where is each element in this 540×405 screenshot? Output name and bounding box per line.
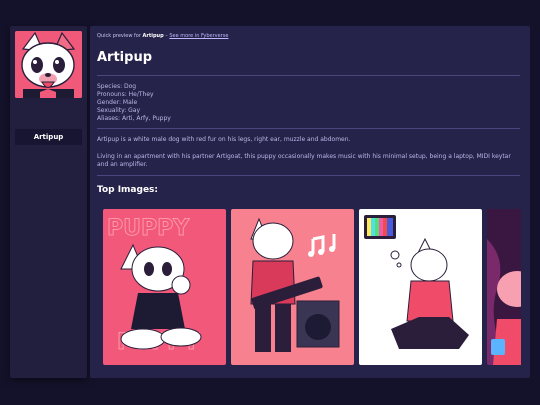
fact-gender: Gender: Male <box>97 99 138 106</box>
divider <box>97 128 520 129</box>
dog-avatar-icon[interactable] <box>15 31 82 98</box>
tv-image[interactable] <box>359 209 482 365</box>
profile-facts: Species: Dog Pronouns: He/They Gender: M… <box>97 83 171 123</box>
quick-preview-line: Quick preview for Artipup – See more in … <box>97 33 228 39</box>
image-gallery: PUPPY PUPPY <box>103 209 521 365</box>
profile-sidebar: Artipup <box>10 26 87 378</box>
bio-paragraph-1: Artipup is a white male dog with red fur… <box>97 136 351 143</box>
fact-pronouns: Pronouns: He/They <box>97 91 154 98</box>
see-more-link[interactable]: See more in Fyberverse <box>169 33 228 39</box>
partial-image[interactable] <box>487 209 521 365</box>
puppy-poster-image[interactable]: PUPPY PUPPY <box>103 209 226 365</box>
fact-aliases: Aliases: Arti, Arfy, Puppy <box>97 115 171 122</box>
profile-name-label: Artipup <box>15 129 82 145</box>
page-title: Artipup <box>97 50 153 65</box>
watermark-text: PUPPY <box>107 216 190 241</box>
preview-name: Artipup <box>142 33 164 39</box>
fact-sexuality: Sexuality: Gay <box>97 107 141 114</box>
fact-species: Species: Dog <box>97 83 137 90</box>
bio-paragraph-2: Living in an apartment with his partner … <box>97 153 511 168</box>
preview-prefix: Quick preview for <box>97 33 143 39</box>
profile-panel: Quick preview for Artipup – See more in … <box>90 26 530 378</box>
top-images-heading: Top Images: <box>97 185 159 195</box>
keytar-image[interactable] <box>231 209 354 365</box>
divider <box>97 75 520 76</box>
divider <box>97 175 520 176</box>
